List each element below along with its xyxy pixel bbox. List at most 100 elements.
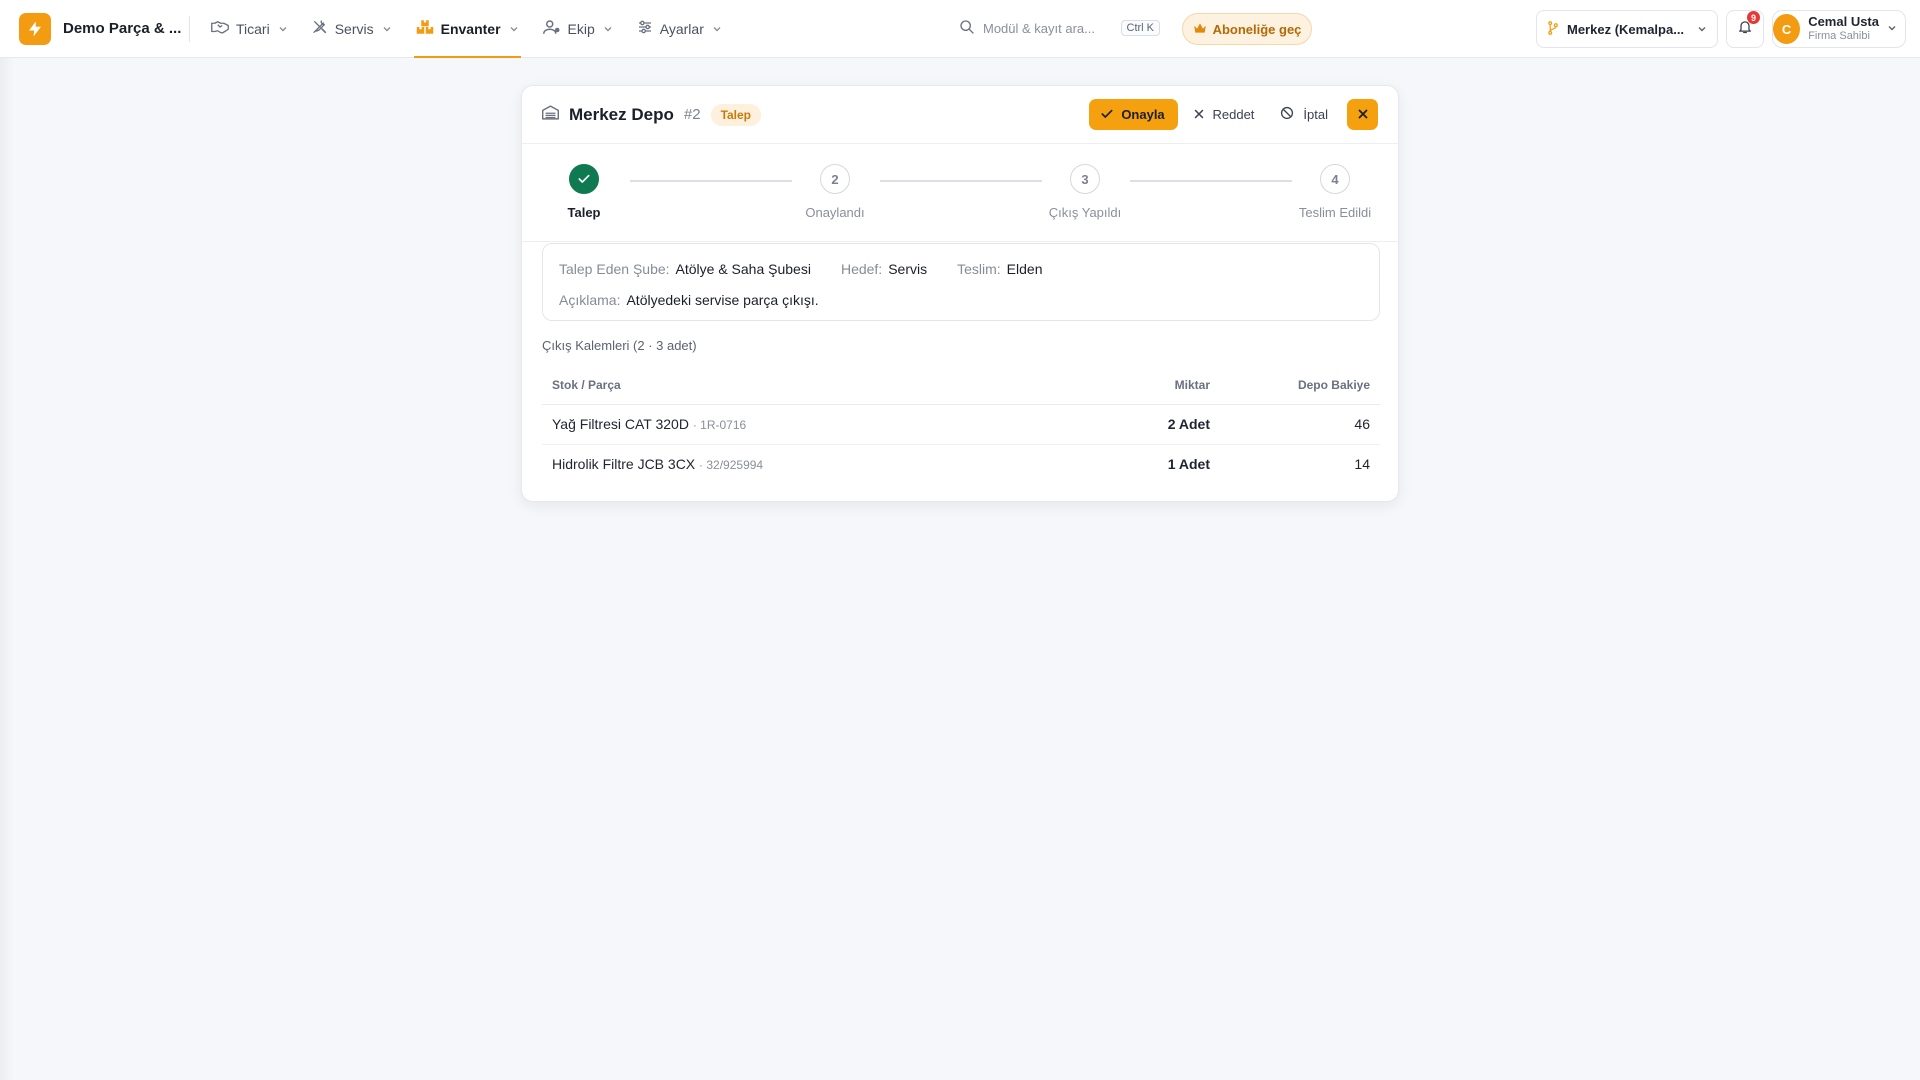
chevron-down-icon [1887, 20, 1897, 38]
boxes-icon [416, 19, 434, 38]
panel-header: Merkez Depo #2 Talep Onayla Reddet İptal [522, 86, 1398, 144]
items-table: Stok / Parça Miktar Depo Bakiye Yağ Filt… [542, 366, 1380, 484]
nav-item-ticari[interactable]: Ticari [209, 0, 290, 58]
step-label: Onaylandı [805, 205, 865, 220]
chevron-down-icon [603, 21, 613, 37]
notification-count-badge: 9 [1747, 11, 1760, 24]
part-code: · 32/925994 [699, 458, 764, 473]
step-onaylandi: 2 Onaylandı [775, 164, 895, 220]
nav-label: Ekip [567, 20, 595, 37]
main-nav: Ticari Servis Envanter Ekip Ayarlar [209, 0, 744, 58]
step-label: Çıkış Yapıldı [1048, 205, 1122, 220]
search-input[interactable]: Modül & kayıt ara... Ctrl K [952, 12, 1168, 44]
nav-item-ayarlar[interactable]: Ayarlar [635, 0, 724, 58]
info-value: Atölyedeki servise parça çıkışı. [626, 292, 819, 308]
request-info-box: Talep Eden Şube: Atölye & Saha Şubesi He… [542, 243, 1380, 321]
info-label: Teslim: [957, 261, 1001, 277]
step-circle: 3 [1070, 164, 1100, 194]
divider [189, 15, 190, 42]
step-cikis-yapildi: 3 Çıkış Yapıldı [1025, 164, 1145, 220]
chevron-down-icon [712, 21, 722, 37]
progress-stepper: Talep 2 Onaylandı 3 Çıkış Yapıldı 4 Tesl… [522, 144, 1398, 242]
close-icon [1358, 107, 1368, 122]
chevron-down-icon [382, 21, 392, 37]
branch-name: Merkez (Kemalpa... [1567, 21, 1685, 37]
part-name: Hidrolik Filtre JCB 3CX [552, 456, 696, 473]
request-number: #2 [683, 106, 701, 123]
approve-label: Onayla [1121, 107, 1165, 122]
step-circle [569, 164, 599, 194]
close-panel-button[interactable] [1347, 99, 1378, 130]
chevron-down-icon [1697, 22, 1707, 37]
step-label: Talep [567, 205, 601, 220]
search-shortcut: Ctrl K [1120, 20, 1160, 36]
column-header-balance: Depo Bakiye [1220, 366, 1380, 405]
column-header-qty: Miktar [1080, 366, 1220, 405]
chevron-down-icon [278, 21, 288, 37]
step-connector [1130, 180, 1292, 182]
cancel-button[interactable]: İptal [1270, 99, 1338, 130]
requesting-branch: Talep Eden Şube: Atölye & Saha Şubesi [559, 261, 811, 277]
lightning-logo-icon [19, 12, 51, 45]
search-icon [959, 19, 975, 38]
chevron-down-icon [509, 21, 519, 37]
user-name: Cemal Usta [1808, 14, 1879, 30]
balance-cell: 46 [1220, 404, 1380, 445]
part-code: · 1R-0716 [692, 418, 747, 432]
qty-cell: 2 Adet [1080, 404, 1220, 445]
reject-label: Reddet [1212, 107, 1255, 122]
upgrade-button[interactable]: Aboneliğe geç [1182, 13, 1312, 45]
part-cell: Yağ Filtresi CAT 320D · 1R-0716 [542, 404, 1080, 445]
warehouse-icon [542, 104, 559, 125]
check-icon [578, 172, 590, 187]
handshake-icon [211, 20, 229, 37]
step-circle: 4 [1320, 164, 1350, 194]
column-header-part: Stok / Parça [542, 366, 1080, 405]
notifications-button[interactable]: 9 [1726, 10, 1764, 48]
info-value: Atölye & Saha Şubesi [675, 261, 811, 277]
user-menu[interactable]: C Cemal Usta Firma Sahibi [1772, 10, 1906, 48]
step-circle: 2 [820, 164, 850, 194]
brand[interactable]: Demo Parça & ... [19, 0, 181, 58]
part-cell: Hidrolik Filtre JCB 3CX · 32/925994 [542, 444, 1080, 484]
part-name: Yağ Filtresi CAT 320D [552, 416, 689, 432]
description: Açıklama: Atölyedeki servise parça çıkış… [559, 292, 819, 308]
qty-cell: 1 Adet [1167, 456, 1210, 473]
cancel-label: İptal [1303, 107, 1328, 122]
step-connector [880, 180, 1042, 182]
step-teslim-edildi: 4 Teslim Edildi [1275, 164, 1395, 220]
close-icon [1194, 107, 1204, 122]
user-role: Firma Sahibi [1808, 30, 1870, 43]
transfer-request-panel: Merkez Depo #2 Talep Onayla Reddet İptal [521, 85, 1399, 502]
status-badge: Talep [710, 103, 762, 126]
sliders-icon [637, 19, 653, 38]
nav-item-servis[interactable]: Servis [310, 0, 394, 58]
info-label: Hedef: [840, 261, 883, 277]
nav-label: Ayarlar [659, 20, 704, 37]
nav-label: Envanter [440, 20, 501, 37]
info-value: Servis [888, 261, 928, 277]
crown-icon [1193, 22, 1207, 37]
top-bar: Demo Parça & ... Ticari Servis Envanter [0, 0, 1920, 58]
table-row[interactable]: Hidrolik Filtre JCB 3CX · 32/925994 1 Ad… [542, 444, 1380, 484]
delivery: Teslim: Elden [957, 261, 1042, 277]
avatar: C [1773, 14, 1801, 44]
nav-item-ekip[interactable]: Ekip [541, 0, 615, 58]
approve-button[interactable]: Onayla [1088, 99, 1178, 130]
branch-selector[interactable]: Merkez (Kemalpa... [1536, 10, 1718, 48]
info-label: Açıklama: [559, 292, 621, 308]
step-label: Teslim Edildi [1298, 205, 1372, 220]
step-connector [630, 180, 792, 182]
table-row[interactable]: Yağ Filtresi CAT 320D · 1R-0716 2 Adet 4… [542, 404, 1380, 445]
info-value: Elden [1006, 261, 1043, 277]
users-icon [542, 19, 561, 38]
step-talep: Talep [524, 164, 644, 220]
tools-icon [312, 19, 328, 38]
table-header-row: Stok / Parça Miktar Depo Bakiye [542, 366, 1380, 405]
nav-item-envanter[interactable]: Envanter [413, 0, 521, 58]
info-label: Talep Eden Şube: [559, 261, 670, 277]
panel-title: Merkez Depo [569, 104, 674, 124]
reject-button[interactable]: Reddet [1184, 99, 1265, 130]
nav-label: Ticari [236, 20, 270, 37]
items-section-title: Çıkış Kalemleri (2 · 3 adet) [542, 338, 697, 353]
